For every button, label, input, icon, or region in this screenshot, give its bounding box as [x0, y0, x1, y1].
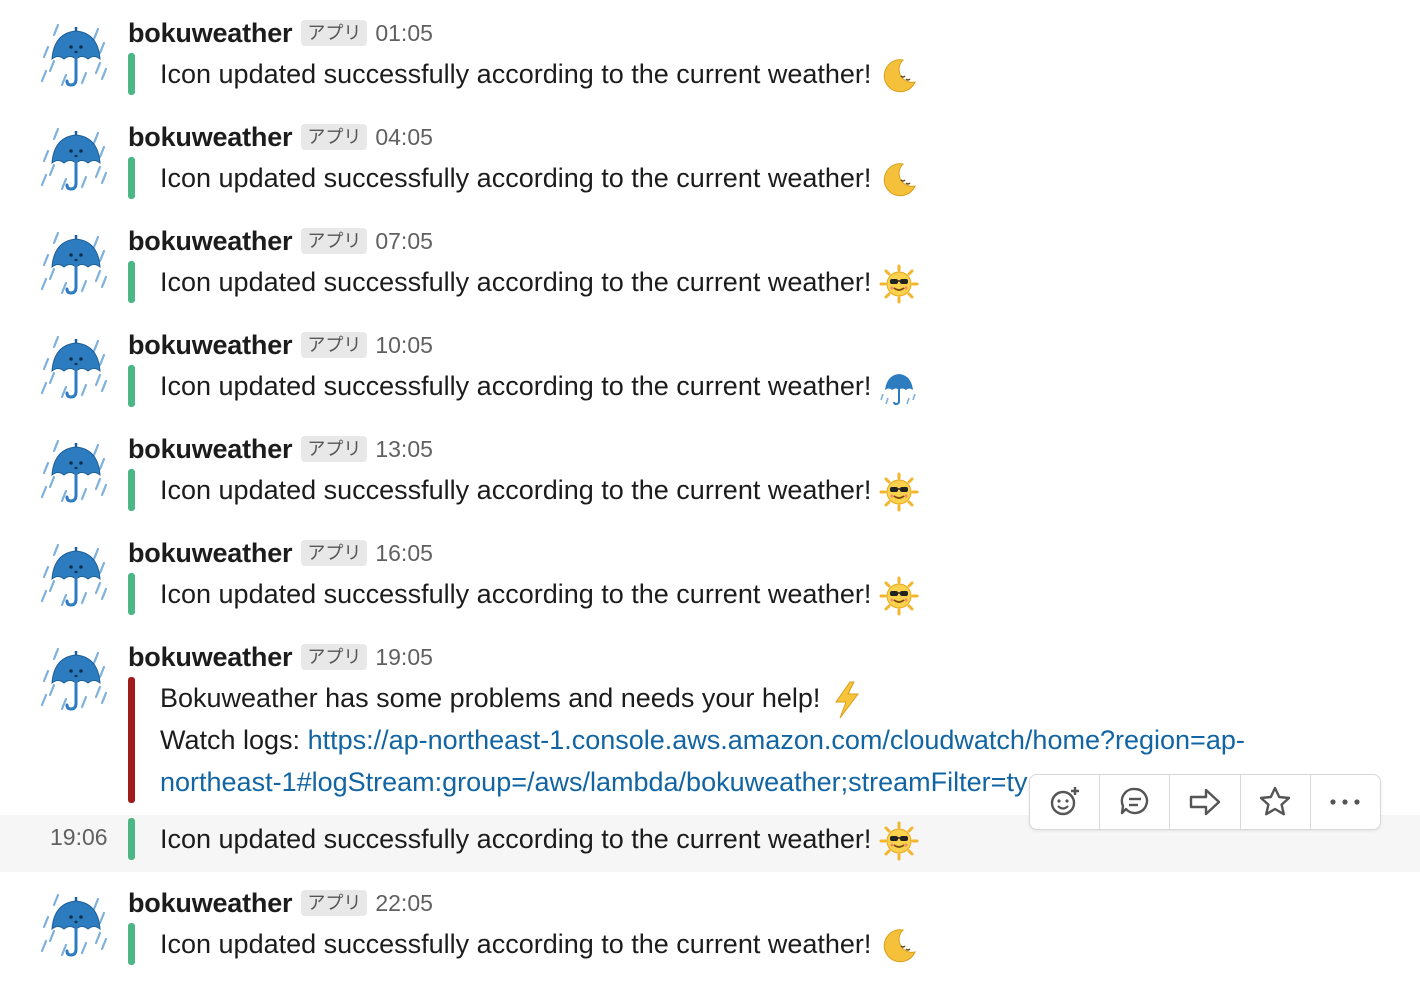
moon-icon	[883, 58, 917, 93]
attachment-color-bar	[128, 469, 135, 511]
attachment-color-bar	[128, 818, 135, 860]
message-timestamp[interactable]: 13:05	[375, 436, 433, 463]
message-body: Icon updated successfully according to t…	[160, 824, 872, 854]
moon-icon	[883, 162, 917, 197]
message-text: Icon updated successfully according to t…	[160, 923, 919, 966]
message-timestamp[interactable]: 22:05	[375, 890, 433, 917]
app-badge: アプリ	[301, 124, 368, 150]
message-text: Icon updated successfully according to t…	[160, 573, 919, 616]
logs-label: Watch logs:	[160, 725, 308, 755]
link-continuation: northeast-1#logStream:group=/aws/lambda/…	[160, 761, 1029, 807]
app-badge: アプリ	[301, 540, 368, 566]
message-timestamp[interactable]: 16:05	[375, 540, 433, 567]
app-badge: アプリ	[301, 644, 368, 670]
share-message-button[interactable]	[1170, 775, 1241, 829]
bot-avatar-umbrella-icon[interactable]	[40, 435, 112, 507]
sun-sunglasses-icon	[879, 472, 919, 512]
attachment-color-bar	[128, 573, 135, 615]
message-timestamp[interactable]: 19:06	[50, 824, 108, 851]
message-timestamp[interactable]: 07:05	[375, 228, 433, 255]
app-badge: アプリ	[301, 332, 368, 358]
message-timestamp[interactable]: 01:05	[375, 20, 433, 47]
app-badge: アプリ	[301, 20, 368, 46]
error-line: Bokuweather has some problems and needs …	[160, 677, 868, 720]
error-text: Bokuweather has some problems and needs …	[160, 683, 821, 713]
sender-name[interactable]: bokuweather	[128, 888, 293, 919]
sun-sunglasses-icon	[879, 821, 919, 861]
app-badge: アプリ	[301, 436, 368, 462]
sun-sunglasses-icon	[879, 576, 919, 616]
message-timestamp[interactable]: 19:05	[375, 644, 433, 671]
sender-name[interactable]: bokuweather	[128, 434, 293, 465]
message-actions-toolbar	[1029, 774, 1381, 830]
sender-name[interactable]: bokuweather	[128, 330, 293, 361]
message-text: Icon updated successfully according to t…	[160, 261, 919, 304]
sender-name[interactable]: bokuweather	[128, 642, 293, 673]
lightning-icon	[835, 681, 859, 719]
attachment-color-bar	[128, 53, 135, 95]
sender-name[interactable]: bokuweather	[128, 538, 293, 569]
message-text: Icon updated successfully according to t…	[160, 157, 919, 200]
bot-avatar-umbrella-icon[interactable]	[40, 123, 112, 195]
attachment-color-bar	[128, 261, 135, 303]
app-badge: アプリ	[301, 890, 368, 916]
more-actions-button[interactable]	[1311, 775, 1380, 829]
attachment-color-bar	[128, 677, 135, 803]
message-body: Icon updated successfully according to t…	[160, 929, 872, 959]
add-reaction-icon	[1050, 787, 1079, 816]
message-body: Icon updated successfully according to t…	[160, 579, 872, 609]
message-text: Icon updated successfully according to t…	[160, 818, 919, 861]
attachment-color-bar	[128, 365, 135, 407]
cloudwatch-link-continued[interactable]: northeast-1#logStream:group=/aws/lambda/…	[160, 761, 1029, 803]
attachment-color-bar	[128, 923, 135, 965]
message-text: Icon updated successfully according to t…	[160, 365, 919, 408]
message-body: Icon updated successfully according to t…	[160, 475, 872, 505]
sender-name[interactable]: bokuweather	[128, 226, 293, 257]
moon-icon	[883, 928, 917, 963]
message-body: Icon updated successfully according to t…	[160, 59, 872, 89]
thread-reply-icon	[1120, 787, 1148, 815]
bot-avatar-umbrella-icon[interactable]	[40, 227, 112, 299]
bot-avatar-umbrella-icon[interactable]	[40, 19, 112, 91]
bot-avatar-umbrella-icon[interactable]	[40, 331, 112, 403]
attachment-color-bar	[128, 157, 135, 199]
cloudwatch-link[interactable]: https://ap-northeast-1.console.aws.amazo…	[308, 725, 1245, 755]
bot-avatar-umbrella-icon[interactable]	[40, 539, 112, 611]
message-timestamp[interactable]: 10:05	[375, 332, 433, 359]
message-text: Icon updated successfully according to t…	[160, 53, 919, 96]
reply-in-thread-button[interactable]	[1100, 775, 1171, 829]
message-timestamp[interactable]: 04:05	[375, 124, 433, 151]
bot-avatar-umbrella-icon[interactable]	[40, 643, 112, 715]
star-icon	[1260, 786, 1291, 816]
more-horizontal-icon	[1330, 799, 1361, 805]
app-badge: アプリ	[301, 228, 368, 254]
share-arrow-icon	[1189, 788, 1221, 816]
bot-avatar-umbrella-icon[interactable]	[40, 889, 112, 961]
add-reaction-button[interactable]	[1030, 775, 1101, 829]
sun-sunglasses-icon	[879, 264, 919, 304]
save-item-button[interactable]	[1241, 775, 1311, 829]
sender-name[interactable]: bokuweather	[128, 122, 293, 153]
message-body: Icon updated successfully according to t…	[160, 267, 872, 297]
message-body: Icon updated successfully according to t…	[160, 163, 872, 193]
umbrella-rain-icon	[880, 372, 917, 405]
sender-name[interactable]: bokuweather	[128, 18, 293, 49]
logs-line: Watch logs: https://ap-northeast-1.conso…	[160, 719, 1245, 761]
message-text: Icon updated successfully according to t…	[160, 469, 919, 512]
message-body: Icon updated successfully according to t…	[160, 371, 872, 401]
